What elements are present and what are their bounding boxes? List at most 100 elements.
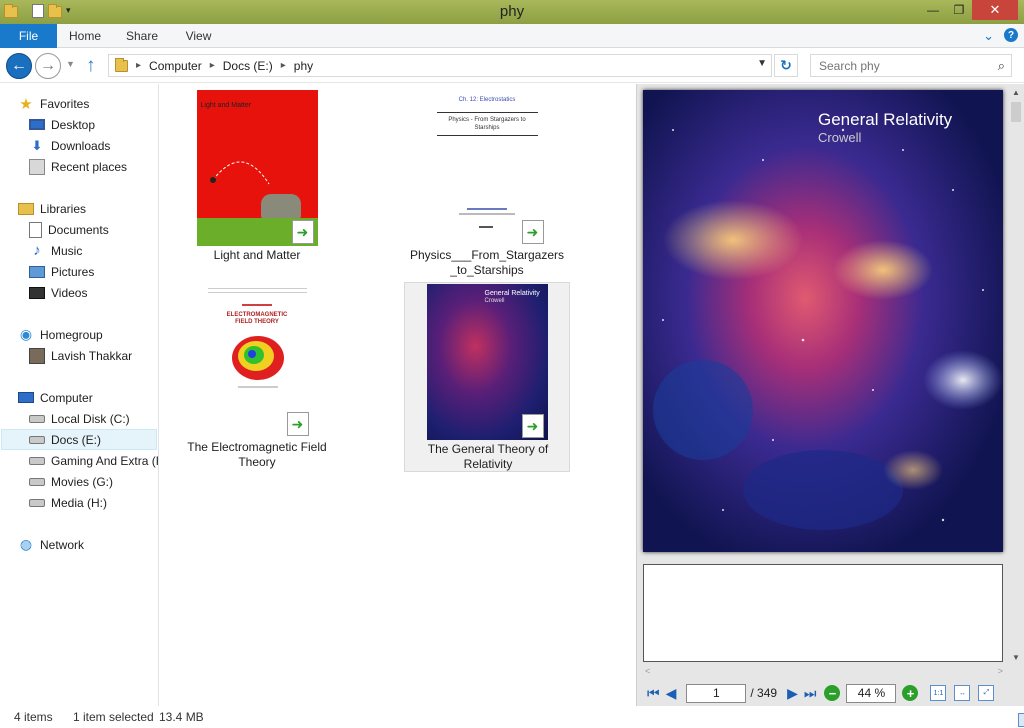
preview-next-page[interactable]: [643, 564, 1003, 662]
cover-heading: Ch. 12: Electrostatics: [458, 97, 516, 103]
documents-icon: [29, 221, 42, 238]
tab-home[interactable]: Home: [57, 24, 113, 48]
nav-local-disk-c[interactable]: Local Disk (C:): [29, 408, 158, 429]
nav-documents[interactable]: Documents: [29, 219, 158, 240]
network-icon: ◍: [19, 536, 33, 552]
homegroup-icon: ◉: [19, 326, 33, 342]
scroll-right-icon[interactable]: >: [998, 666, 1003, 676]
zoom-field[interactable]: 44 %: [846, 683, 897, 703]
close-button[interactable]: ✕: [972, 0, 1018, 20]
search-icon[interactable]: ⌕: [998, 58, 1005, 74]
nav-music[interactable]: ♪ Music: [29, 240, 158, 261]
search-input[interactable]: [811, 55, 981, 76]
minimize-button[interactable]: —: [920, 0, 946, 20]
chevron-right-icon[interactable]: ▸: [210, 60, 215, 71]
cover-title: General Relativity: [484, 290, 540, 297]
expand-ribbon-icon[interactable]: ⌄: [983, 28, 994, 44]
preview-pane: General Relativity Crowell ▲ ▼ < > ⏮ ◀ 1…: [636, 84, 1024, 706]
tab-share[interactable]: Share: [113, 24, 171, 48]
back-button[interactable]: ←: [6, 53, 32, 79]
nav-downloads[interactable]: ⬇ Downloads: [29, 135, 158, 156]
preview-horizontal-scrollbar[interactable]: < >: [641, 666, 1007, 678]
drive-icon: [29, 435, 45, 444]
nav-label: Local Disk (C:): [51, 411, 130, 426]
field-plot-illustration: [231, 336, 284, 380]
tab-file[interactable]: File: [0, 24, 57, 48]
computer-icon: [18, 392, 34, 403]
file-tile-general-relativity[interactable]: General Relativity Crowell ➜ The General…: [404, 282, 570, 472]
scrollbar-thumb[interactable]: [1011, 102, 1021, 122]
preview-page[interactable]: General Relativity Crowell: [643, 90, 1003, 552]
last-page-icon[interactable]: ⏭: [804, 685, 817, 702]
zoom-out-icon[interactable]: −: [824, 685, 841, 701]
preview-vertical-scrollbar[interactable]: ▲ ▼: [1010, 88, 1022, 662]
nav-computer[interactable]: Computer: [18, 387, 158, 408]
pdf-file-icon: ➜: [291, 220, 314, 244]
nav-media-h[interactable]: Media (H:): [29, 492, 158, 513]
window-controls: — ❐ ✕: [920, 0, 1018, 20]
galaxy-cover-image: [643, 90, 1003, 552]
nav-label: Docs (E:): [51, 432, 102, 447]
nav-gaming-f[interactable]: Gaming And Extra (F: [29, 450, 158, 471]
user-avatar-icon: [29, 347, 45, 364]
maximize-button[interactable]: ❐: [946, 0, 972, 20]
window-title: phy: [499, 3, 525, 20]
chevron-down-icon[interactable]: ▼: [757, 58, 767, 69]
nav-movies-g[interactable]: Movies (G:): [29, 471, 158, 492]
nav-recent-places[interactable]: Recent places: [29, 156, 158, 177]
title-bar: ▾ phy — ❐ ✕: [0, 0, 1024, 24]
recent-locations-icon[interactable]: ▼: [66, 59, 75, 69]
previous-page-icon[interactable]: ◀: [666, 685, 677, 702]
breadcrumb-docs[interactable]: Docs (E:): [223, 59, 273, 73]
file-tile-light-and-matter[interactable]: Light and Matter ➜ Light and Matter: [174, 90, 340, 263]
fit-page-icon[interactable]: ⤢: [978, 685, 995, 701]
tab-view[interactable]: View: [171, 24, 226, 48]
chevron-right-icon[interactable]: ▸: [281, 60, 286, 71]
nav-libraries[interactable]: Libraries: [18, 198, 158, 219]
breadcrumb-computer[interactable]: Computer: [149, 59, 202, 73]
file-name: The Electromagnetic Field Theory: [187, 440, 327, 469]
forward-button[interactable]: →: [35, 53, 61, 79]
trajectory-illustration: [209, 161, 269, 185]
nav-label: Documents: [48, 222, 109, 237]
scroll-down-icon[interactable]: ▼: [1012, 653, 1020, 662]
zoom-in-icon[interactable]: +: [902, 685, 919, 701]
file-tile-physics-stargazers[interactable]: Ch. 12: Electrostatics Physics - From St…: [404, 90, 570, 278]
nav-videos[interactable]: Videos: [29, 282, 158, 303]
folder-icon: [115, 57, 128, 72]
up-arrow-icon[interactable]: ↑: [86, 55, 96, 77]
pdf-file-icon: ➜: [286, 412, 309, 436]
page-number-field[interactable]: 1: [686, 683, 747, 703]
breadcrumb-phy[interactable]: phy: [294, 59, 313, 73]
large-icons-view-icon[interactable]: [1018, 713, 1024, 727]
page-count: / 349: [750, 686, 778, 700]
file-name: Light and Matter: [213, 248, 301, 262]
address-bar[interactable]: ▸ Computer ▸ Docs (E:) ▸ phy ▼: [108, 54, 772, 77]
pdf-toolbar: ⏮ ◀ 1 / 349 ▶ ⏭ − 44 % + 1:1 ↔ ⤢: [637, 680, 1024, 706]
next-page-icon[interactable]: ▶: [787, 685, 798, 702]
scroll-left-icon[interactable]: <: [645, 666, 650, 676]
search-box[interactable]: ⌕: [810, 54, 1012, 77]
nav-network[interactable]: ◍ Network: [18, 534, 158, 555]
nav-label: Media (H:): [51, 495, 108, 510]
nav-desktop[interactable]: Desktop: [29, 114, 158, 135]
scroll-up-icon[interactable]: ▲: [1012, 88, 1020, 97]
nav-docs-e[interactable]: Docs (E:): [1, 429, 157, 450]
nav-pictures[interactable]: Pictures: [29, 261, 158, 282]
fit-width-icon[interactable]: ↔: [954, 685, 971, 701]
help-icon[interactable]: ?: [1004, 28, 1018, 42]
cover-title: ELECTROMAGNETIC FIELD THEORY: [226, 312, 288, 325]
file-thumbnail: ELECTROMAGNETIC FIELD THEORY ➜: [201, 282, 313, 438]
chevron-right-icon[interactable]: ▸: [136, 60, 141, 71]
nav-favorites[interactable]: ★ Favorites: [18, 93, 158, 114]
file-tile-electromagnetic[interactable]: ELECTROMAGNETIC FIELD THEORY ➜ The Elect…: [174, 282, 340, 470]
nav-user[interactable]: Lavish Thakkar: [29, 345, 158, 366]
drive-icon: [29, 477, 45, 486]
nav-label: Downloads: [51, 138, 111, 153]
libraries-icon: [18, 202, 34, 215]
status-bar: 4 items 1 item selected 13.4 MB: [0, 706, 1024, 728]
first-page-icon[interactable]: ⏮: [647, 685, 660, 702]
refresh-button[interactable]: ↻: [774, 54, 798, 77]
nav-homegroup[interactable]: ◉ Homegroup: [18, 324, 158, 345]
actual-size-icon[interactable]: 1:1: [930, 685, 947, 701]
